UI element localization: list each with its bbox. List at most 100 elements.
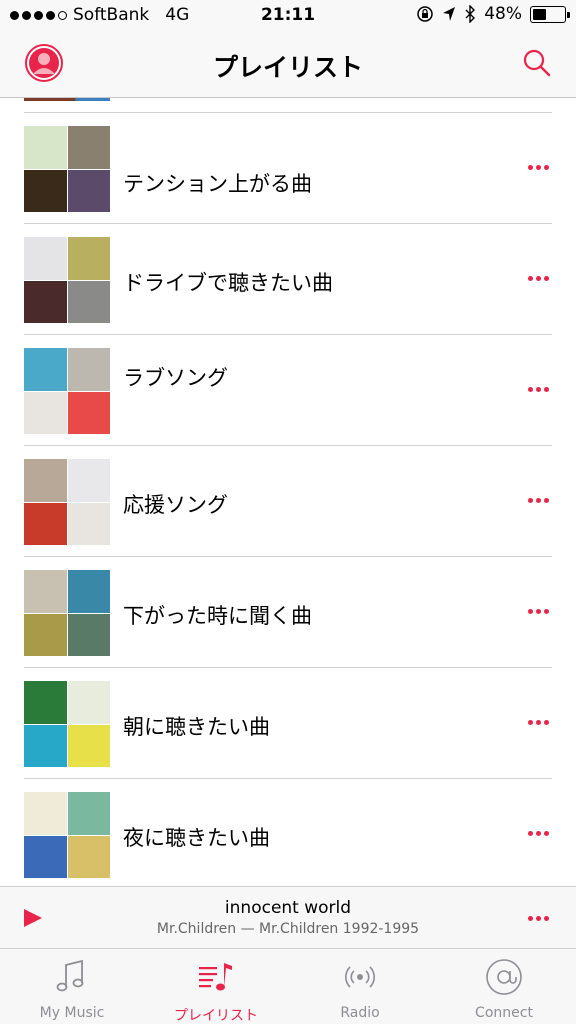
artwork-tile [24,835,67,878]
more-dot [528,608,533,614]
playlist-artwork [24,237,110,323]
artwork-tile [24,237,67,280]
playlist-title: 朝に聴きたい曲 [123,715,270,739]
connect-icon [486,959,522,995]
playlist-icon [199,963,232,991]
artwork-tile [67,681,110,724]
playlist-row[interactable]: ラブソング [0,335,576,445]
more-dot [536,497,541,503]
tab-label: Radio [340,1005,380,1021]
tab-my-music[interactable]: My Music [0,949,144,1024]
artwork-tile [67,570,110,613]
status-bar: SoftBank 4G 21:11 48% [0,0,576,32]
page-title: プレイリスト [212,53,363,82]
artwork-tile [24,792,67,835]
more-dot [544,497,549,503]
playlist-row[interactable]: 下がった時に聞く曲 [0,557,576,667]
now-playing-title: innocent world [224,898,352,918]
tab-connect[interactable]: Connect [432,949,576,1024]
artwork-tile [67,348,110,391]
artwork-tile [67,613,110,656]
radio-icon [345,966,375,988]
more-dot [544,275,549,281]
more-options-button[interactable] [528,494,552,506]
artwork-tile [67,169,110,212]
more-dot [528,830,533,836]
playlist-row[interactable]: テンション上がる曲 [0,113,576,223]
now-playing-more-button[interactable] [528,912,552,924]
artwork-tile [67,237,110,280]
artwork-tile [24,613,67,656]
playlist-artwork [24,792,110,878]
more-options-button[interactable] [528,716,552,728]
playlist-artwork [24,126,110,212]
tab-label: My Music [39,1005,105,1021]
now-playing-bar[interactable]: innocent world Mr.Children — Mr.Children… [0,886,576,948]
artwork-tile [67,835,110,878]
tab-label: Connect [475,1005,533,1021]
artwork-tile [24,570,67,613]
more-options-button[interactable] [528,827,552,839]
now-playing-subtitle: Mr.Children — Mr.Children 1992-1995 [156,921,420,937]
more-dot [544,386,549,392]
tab-label: プレイリスト [174,1008,258,1024]
more-dot [536,719,541,725]
tab-bar: My Music プレイリスト Radio Connect [0,948,576,1024]
more-dot [536,830,541,836]
more-dot [544,830,549,836]
playlist-row[interactable]: ドライブで聴きたい曲 [0,224,576,334]
more-options-button[interactable] [528,272,552,284]
more-dot [528,275,533,281]
artwork-tile [67,126,110,169]
playlist-title: 夜に聴きたい曲 [123,826,270,850]
partial-artwork [24,98,110,101]
nav-bar: プレイリスト [0,32,576,98]
playlist-row[interactable]: 朝に聴きたい曲 [0,668,576,778]
status-right: 48% [416,4,570,24]
bluetooth-icon [465,5,476,23]
search-button[interactable] [522,48,552,78]
more-dot [528,386,533,392]
artwork-tile [67,459,110,502]
artwork-tile [67,792,110,835]
tab-radio[interactable]: Radio [288,949,432,1024]
playlist-title: 応援ソング [123,493,228,517]
music-note-icon [56,959,84,992]
artwork-tile [24,459,67,502]
playlist-row[interactable]: 応援ソング [0,446,576,556]
more-dot [536,386,541,392]
playlist-row[interactable]: 夜に聴きたい曲 [0,779,576,886]
artwork-tile [24,348,67,391]
rotation-lock-icon [417,6,433,22]
more-dot [536,164,541,170]
artwork-tile [24,681,67,724]
more-dot [528,164,533,170]
artwork-tile [24,126,67,169]
battery-icon [530,5,570,23]
more-options-button[interactable] [528,605,552,617]
artwork-tile [67,724,110,767]
playlist-title: テンション上がる曲 [123,172,312,196]
artwork-tile [24,280,67,323]
more-dot [544,608,549,614]
playlist-title: 下がった時に聞く曲 [123,604,312,628]
search-icon [523,49,551,77]
playlist-artwork [24,570,110,656]
tab-playlists[interactable]: プレイリスト [144,949,288,1024]
more-dot [528,719,533,725]
battery-percent: 48% [484,4,522,24]
more-options-button[interactable] [528,161,552,173]
playlist-title: ドライブで聴きたい曲 [123,271,333,295]
artwork-tile [24,169,67,212]
playlist-artwork [24,681,110,767]
more-options-button[interactable] [528,383,552,395]
artwork-tile [67,502,110,545]
playlist-list[interactable]: テンション上がる曲 ドライブで聴きたい曲 ラブソング応援ソング下がった時に聞く曲 朝に… [0,98,576,886]
more-dot [536,608,541,614]
playlist-artwork [24,459,110,545]
artwork-tile [67,391,110,434]
more-dot [528,497,533,503]
playlist-artwork [24,348,110,434]
location-icon [443,7,456,21]
playlist-title: ラブソング [123,366,228,390]
